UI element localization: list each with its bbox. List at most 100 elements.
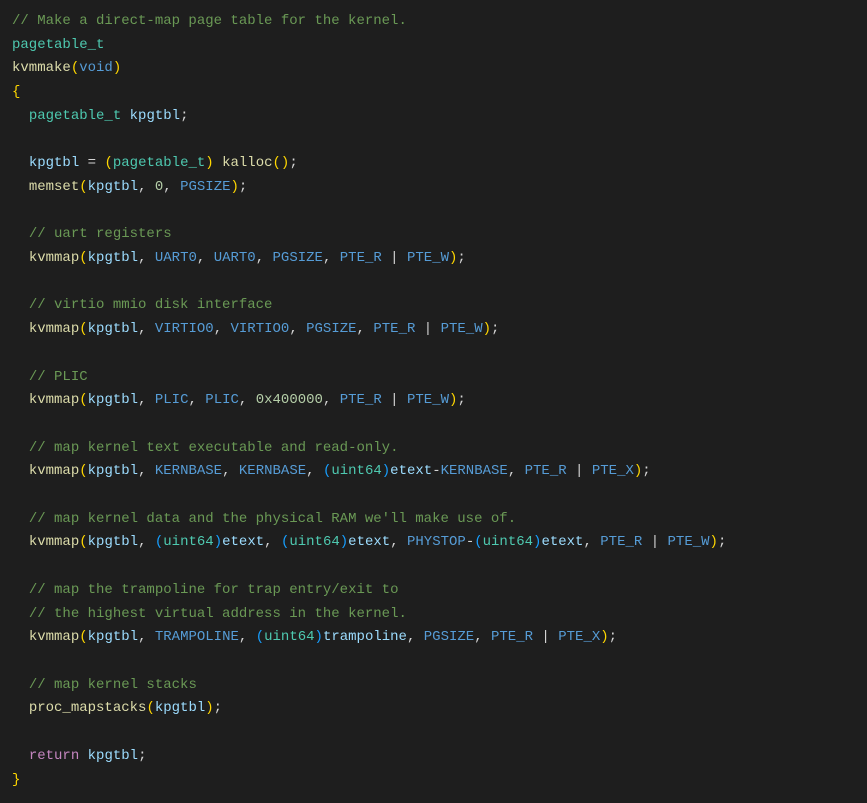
brace: } — [12, 772, 20, 788]
paren: ( — [273, 155, 281, 171]
comment: // map kernel text executable and read-o… — [29, 440, 399, 456]
macro: PLIC — [205, 392, 239, 408]
paren: ( — [79, 179, 87, 195]
identifier: kpgtbl — [88, 250, 138, 266]
function-call: kvmmap — [29, 321, 79, 337]
macro: PTE_R — [373, 321, 415, 337]
paren: ) — [340, 534, 348, 550]
paren: ) — [382, 463, 390, 479]
code-line — [12, 721, 855, 745]
code-line: kvmmap(kpgtbl, (uint64)etext, (uint64)et… — [12, 531, 855, 555]
code-line — [12, 271, 855, 295]
type: pagetable_t — [29, 108, 121, 124]
paren: ) — [205, 155, 213, 171]
macro: PTE_X — [592, 463, 634, 479]
paren: ( — [79, 250, 87, 266]
code-editor[interactable]: // Make a direct-map page table for the … — [12, 10, 855, 792]
semicolon: ; — [491, 321, 499, 337]
code-line: kvmmake(void) — [12, 57, 855, 81]
comma: , — [323, 392, 340, 408]
identifier: etext — [222, 534, 264, 550]
comma: , — [138, 392, 155, 408]
macro: PTE_W — [407, 250, 449, 266]
comma: , — [138, 463, 155, 479]
function-call: kalloc — [222, 155, 272, 171]
identifier: kpgtbl — [88, 748, 138, 764]
comma: , — [357, 321, 374, 337]
comment: // the highest virtual address in the ke… — [29, 606, 407, 622]
operator: - — [466, 534, 474, 550]
paren: ) — [315, 629, 323, 645]
type: uint64 — [264, 629, 314, 645]
code-line — [12, 200, 855, 224]
code-line: // Make a direct-map page table for the … — [12, 10, 855, 34]
comment: // virtio mmio disk interface — [29, 297, 273, 313]
semicolon: ; — [239, 179, 247, 195]
macro: PTE_W — [668, 534, 710, 550]
semicolon: ; — [214, 700, 222, 716]
code-line: kvmmap(kpgtbl, KERNBASE, KERNBASE, (uint… — [12, 460, 855, 484]
comma: , — [239, 629, 256, 645]
identifier: kpgtbl — [130, 108, 180, 124]
semicolon: ; — [457, 250, 465, 266]
paren: ( — [79, 392, 87, 408]
code-line — [12, 650, 855, 674]
comment: // PLIC — [29, 369, 88, 385]
comment: // map the trampoline for trap entry/exi… — [29, 582, 399, 598]
comma: , — [214, 321, 231, 337]
code-line: // the highest virtual address in the ke… — [12, 603, 855, 627]
paren: ) — [231, 179, 239, 195]
macro: PLIC — [155, 392, 189, 408]
identifier: trampoline — [323, 629, 407, 645]
paren: ) — [600, 629, 608, 645]
paren: ) — [113, 60, 121, 76]
code-line — [12, 413, 855, 437]
brace: { — [12, 84, 20, 100]
comma: , — [289, 321, 306, 337]
macro: PGSIZE — [424, 629, 474, 645]
macro: PTE_R — [340, 250, 382, 266]
comma: , — [239, 392, 256, 408]
keyword: void — [79, 60, 113, 76]
paren: ( — [79, 463, 87, 479]
macro: KERNBASE — [155, 463, 222, 479]
code-line: proc_mapstacks(kpgtbl); — [12, 697, 855, 721]
function-call: proc_mapstacks — [29, 700, 147, 716]
semicolon: ; — [138, 748, 146, 764]
code-line: pagetable_t — [12, 34, 855, 58]
macro: KERNBASE — [239, 463, 306, 479]
comma: , — [138, 321, 155, 337]
comma: , — [264, 534, 281, 550]
semicolon: ; — [642, 463, 650, 479]
macro: PTE_W — [407, 392, 449, 408]
comma: , — [306, 463, 323, 479]
macro: VIRTIO0 — [231, 321, 290, 337]
macro: PTE_X — [558, 629, 600, 645]
comma: , — [583, 534, 600, 550]
type: pagetable_t — [12, 37, 104, 53]
code-line — [12, 555, 855, 579]
identifier: kpgtbl — [88, 629, 138, 645]
comma: , — [508, 463, 525, 479]
paren: ( — [71, 60, 79, 76]
paren: ) — [710, 534, 718, 550]
code-line: // uart registers — [12, 223, 855, 247]
identifier: etext — [390, 463, 432, 479]
identifier: kpgtbl — [88, 392, 138, 408]
comma: , — [163, 179, 180, 195]
code-line: kvmmap(kpgtbl, TRAMPOLINE, (uint64)tramp… — [12, 626, 855, 650]
paren: ( — [79, 321, 87, 337]
comma: , — [474, 629, 491, 645]
comma: , — [188, 392, 205, 408]
identifier: kpgtbl — [29, 155, 79, 171]
type: pagetable_t — [113, 155, 205, 171]
paren: ( — [256, 629, 264, 645]
paren: ( — [474, 534, 482, 550]
comma: , — [138, 179, 155, 195]
identifier: kpgtbl — [88, 534, 138, 550]
comma: , — [197, 250, 214, 266]
macro: VIRTIO0 — [155, 321, 214, 337]
code-line: // PLIC — [12, 366, 855, 390]
macro: PGSIZE — [306, 321, 356, 337]
identifier: kpgtbl — [88, 179, 138, 195]
